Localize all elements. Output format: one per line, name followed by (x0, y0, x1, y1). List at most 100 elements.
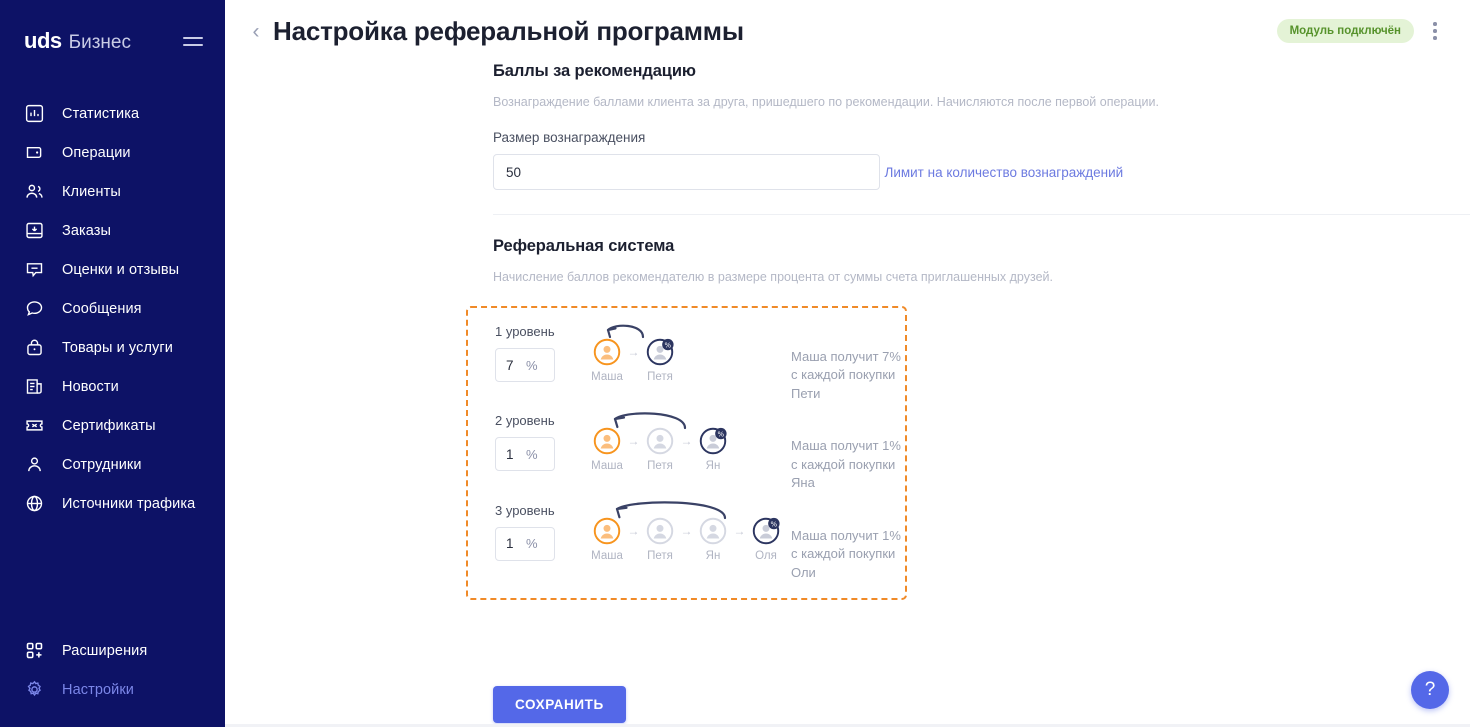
person-name: Маша (591, 371, 623, 383)
sidebar-item-goods[interactable]: Товары и услуги (0, 328, 225, 367)
main-panel: ‹ Настройка реферальной программы Модуль… (225, 0, 1470, 727)
inbox-down-icon (24, 220, 45, 241)
chain-person: Маша (587, 338, 627, 383)
app-root: uds Бизнес Статистика Операции Клиенты З… (0, 0, 1470, 727)
chart-bar-icon (24, 103, 45, 124)
topbar: ‹ Настройка реферальной программы Модуль… (225, 0, 1470, 62)
level-percent-field[interactable]: % (495, 348, 555, 382)
avatar-chain: Маша → % Петя (587, 338, 787, 383)
level-percent-input[interactable] (496, 446, 526, 462)
referral-level-row: 2 уровень % (495, 409, 905, 492)
level-chain-diagram: Маша → % Петя (587, 320, 787, 383)
sidebar-item-extensions[interactable]: Расширения (0, 631, 225, 670)
chain-person: Маша (587, 427, 627, 472)
sidebar-item-news[interactable]: Новости (0, 367, 225, 406)
wallet-icon (24, 142, 45, 163)
avatar-origin-icon (593, 427, 621, 455)
sidebar-item-label: Сертификаты (62, 417, 156, 434)
level-percent-input[interactable] (496, 536, 526, 552)
topbar-right-group: Модуль подключён (1276, 16, 1446, 46)
hamburger-line (183, 36, 203, 39)
sidebar-item-operations[interactable]: Операции (0, 133, 225, 172)
sidebar-nav: Статистика Операции Клиенты Заказы Оценк… (0, 94, 225, 523)
chat-bubble-icon (24, 298, 45, 319)
save-button[interactable]: СОХРАНИТЬ (493, 686, 626, 723)
grid-plus-icon (24, 640, 45, 661)
reward-section-title: Баллы за рекомендацию (493, 62, 696, 80)
avatar-middle-icon (646, 517, 674, 545)
avatar-earner-icon: % (699, 427, 727, 455)
sidebar-item-settings[interactable]: Настройки (0, 670, 225, 709)
person-name: Ян (705, 460, 721, 473)
sidebar-nav-bottom: Расширения Настройки (0, 631, 225, 709)
sidebar-item-orders[interactable]: Заказы (0, 211, 225, 250)
brand-logo[interactable]: uds Бизнес (24, 28, 131, 54)
level-title: 2 уровень (495, 413, 555, 429)
comment-icon (24, 259, 45, 280)
sidebar-item-label: Сотрудники (62, 456, 142, 473)
sidebar-item-label: Расширения (62, 642, 148, 659)
avatar-earner-icon: % (646, 338, 674, 366)
globe-icon (24, 493, 45, 514)
status-badge: Модуль подключён (1276, 19, 1414, 43)
sidebar-item-traffic-sources[interactable]: Источники трафика (0, 484, 225, 523)
level-control-group: 1 уровень % (495, 320, 587, 382)
person-name: Петя (647, 460, 673, 473)
chain-person: Петя (640, 427, 680, 472)
avatar-origin-icon (593, 338, 621, 366)
person-name: Маша (591, 460, 623, 473)
level-title: 1 уровень (495, 324, 555, 339)
sidebar-item-label: Заказы (62, 222, 112, 239)
sidebar-item-clients[interactable]: Клиенты (0, 172, 225, 211)
percent-sign: % (526, 536, 538, 552)
sidebar-item-statistics[interactable]: Статистика (0, 94, 225, 133)
help-button[interactable]: ? (1411, 671, 1449, 709)
news-icon (24, 376, 45, 397)
level-percent-field[interactable]: % (495, 437, 555, 472)
sidebar-item-label: Источники трафика (62, 495, 196, 512)
referral-levels-box: 1 уровень % (466, 306, 907, 601)
sidebar-item-reviews[interactable]: Оценки и отзывы (0, 250, 225, 289)
avatar-middle-icon (699, 517, 727, 545)
kebab-dot (1433, 36, 1437, 40)
gear-icon (24, 679, 45, 700)
sidebar-item-label: Товары и услуги (62, 339, 173, 356)
level-note: Маша получит 7% с каждой покупки Пети (791, 349, 901, 401)
kebab-dot (1433, 29, 1437, 33)
avatar-earner-icon: % (752, 517, 780, 545)
brand-name-secondary: Бизнес (68, 32, 131, 53)
level-percent-field[interactable]: % (495, 526, 555, 561)
reward-amount-input[interactable] (493, 154, 880, 190)
reward-limit-link[interactable]: Лимит на количество вознаграждений (884, 165, 1123, 180)
level-chain-diagram: Маша → Петя → (587, 409, 787, 472)
sidebar-item-label: Настройки (62, 681, 134, 698)
person-icon (24, 454, 45, 475)
arrow-right-icon: → (733, 523, 746, 538)
hamburger-icon[interactable] (183, 36, 203, 46)
sidebar-item-employees[interactable]: Сотрудники (0, 445, 225, 484)
person-name: Петя (647, 549, 673, 562)
sidebar-item-certificates[interactable]: Сертификаты (0, 406, 225, 445)
page-title: Настройка реферальной программы (273, 15, 744, 46)
avatar-middle-icon (646, 427, 674, 455)
level-control-group: 2 уровень % (495, 409, 587, 472)
chain-person: % Оля (746, 517, 786, 562)
users-icon (24, 181, 45, 202)
sidebar-item-label: Сообщения (62, 300, 142, 317)
kebab-dot (1433, 22, 1437, 26)
more-vertical-icon[interactable] (1424, 16, 1446, 46)
referral-section-title: Реферальная система (493, 237, 675, 255)
brand-name-primary: uds (24, 28, 62, 53)
sidebar-item-label: Оценки и отзывы (62, 261, 180, 278)
level-control-group: 3 уровень % (495, 499, 587, 561)
avatar-chain: Маша → Петя → (587, 427, 787, 472)
arrow-right-icon: → (627, 434, 640, 449)
sidebar: uds Бизнес Статистика Операции Клиенты З… (0, 0, 225, 727)
chain-person: Петя (640, 517, 680, 562)
sidebar-item-messages[interactable]: Сообщения (0, 289, 225, 328)
question-mark-icon: ? (1424, 679, 1436, 700)
level-percent-input[interactable] (496, 357, 526, 373)
chevron-left-icon[interactable]: ‹ (243, 16, 269, 46)
chain-person: Ян (693, 517, 733, 562)
reward-amount-label: Размер вознаграждения (493, 130, 646, 145)
